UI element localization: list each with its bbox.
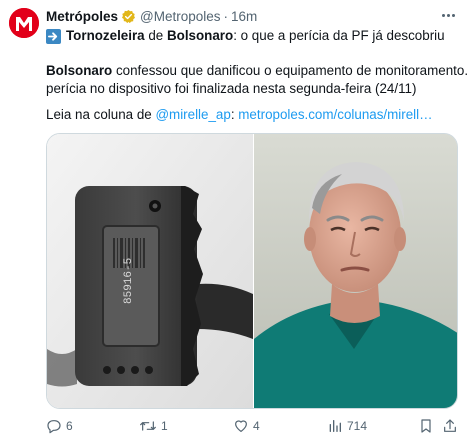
device-serial-label: 85916-5 xyxy=(123,258,135,304)
headline-name: Bolsonaro xyxy=(166,28,234,43)
repost-button[interactable]: 1 xyxy=(139,416,168,436)
share-button[interactable] xyxy=(442,416,458,436)
headline-keyword: Tornozeleira xyxy=(66,28,145,43)
metropoles-logo-icon xyxy=(9,8,39,38)
tweet-timestamp[interactable]: 16m xyxy=(231,9,257,24)
tweet-card[interactable]: Metrópoles @Metropoles · 16m Tornozeleir… xyxy=(0,0,469,442)
verified-gold-badge-icon[interactable] xyxy=(121,9,136,24)
views-bar-chart-icon xyxy=(329,420,341,432)
views-button[interactable]: 714 xyxy=(327,416,367,436)
tweet-body: Bolsonaro confessou que danificou o equi… xyxy=(46,62,468,98)
like-count: 4 xyxy=(253,419,260,433)
ankle-monitor-photo[interactable]: 85916-5 xyxy=(47,134,253,408)
media-grid: 85916-5 xyxy=(46,133,458,409)
body-line1: confessou que danificou o equipamento de… xyxy=(112,63,469,78)
headline-rest: : o que a perícia da PF já descobriu xyxy=(233,28,445,43)
tweet-header: Metrópoles @Metropoles · 16m xyxy=(46,7,257,25)
repost-count: 1 xyxy=(161,419,168,433)
read-prefix: Leia na coluna de xyxy=(46,107,156,122)
reply-button[interactable]: 6 xyxy=(46,416,73,436)
tweet-action-bar: 6 1 4 714 xyxy=(46,416,458,436)
right-arrow-emoji-icon xyxy=(46,28,61,44)
views-count: 714 xyxy=(347,419,368,433)
article-url-link[interactable]: metropoles.com/colunas/mirell… xyxy=(238,107,432,122)
body-line2: perícia no dispositivo foi finalizada ne… xyxy=(46,81,417,96)
more-options-icon[interactable] xyxy=(439,8,457,22)
bookmark-icon xyxy=(421,419,431,433)
heart-icon xyxy=(235,420,247,432)
reply-count: 6 xyxy=(66,419,73,433)
bolsonaro-portrait-photo[interactable] xyxy=(254,134,457,408)
body-bold-name: Bolsonaro xyxy=(46,63,113,78)
mention-link[interactable]: @mirelle_ap xyxy=(155,107,230,122)
repost-icon xyxy=(140,421,156,431)
header-separator: · xyxy=(223,8,229,24)
headline-connector: de xyxy=(144,28,167,43)
tweet-read-more: Leia na coluna de @mirelle_ap: metropole… xyxy=(46,106,458,124)
author-display-name[interactable]: Metrópoles xyxy=(46,9,118,24)
share-icon xyxy=(444,419,456,432)
reply-icon xyxy=(47,420,61,434)
author-handle[interactable]: @Metropoles xyxy=(140,9,221,24)
tweet-headline: Tornozeleira de Bolsonaro: o que a períc… xyxy=(46,27,458,45)
like-button[interactable]: 4 xyxy=(233,416,260,436)
bookmark-button[interactable] xyxy=(418,416,434,436)
author-avatar[interactable] xyxy=(9,8,39,38)
